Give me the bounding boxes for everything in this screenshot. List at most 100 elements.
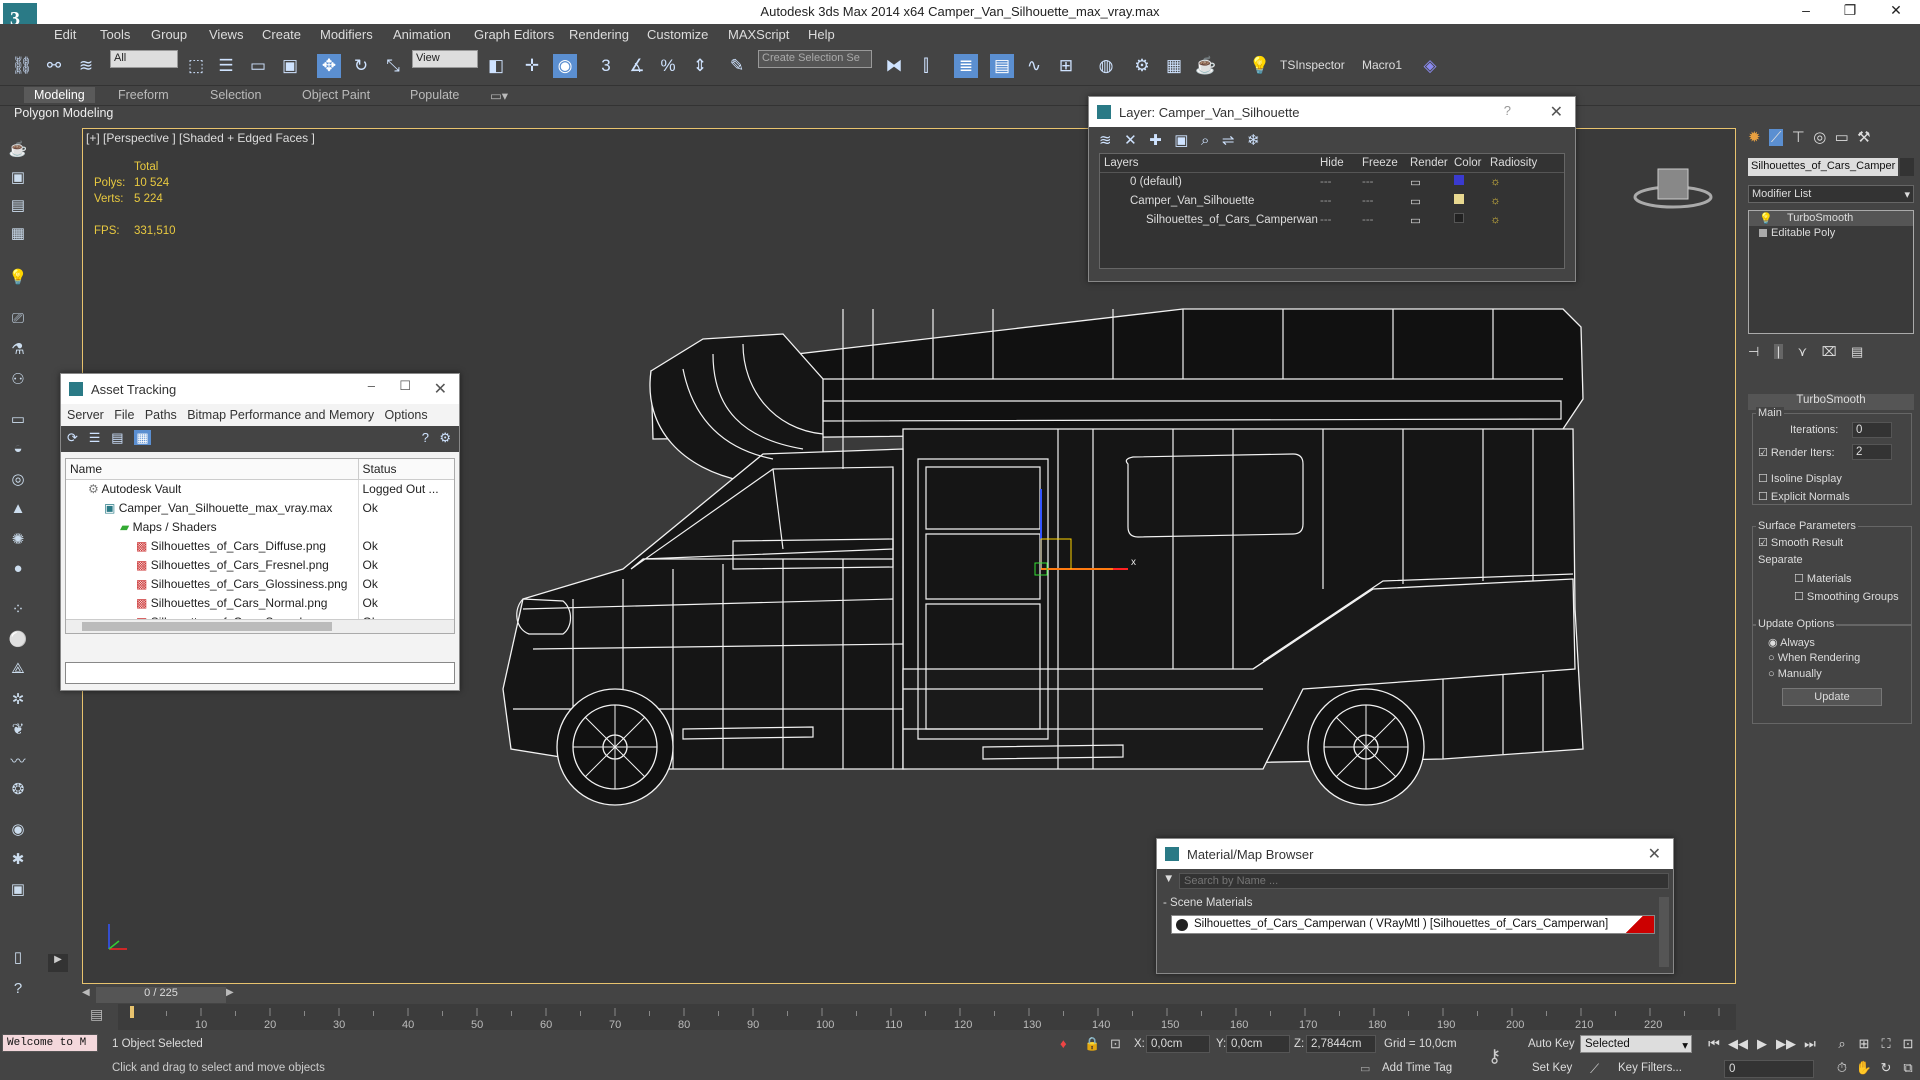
teapot-icon[interactable]: ☕ xyxy=(7,140,29,162)
layer-close-button[interactable]: ✕ xyxy=(1550,102,1563,122)
material-search-input[interactable] xyxy=(1179,873,1669,889)
snap-icon[interactable]: 3 xyxy=(594,54,618,78)
container-icon[interactable]: ▤ xyxy=(7,196,29,218)
select-by-name-icon[interactable]: ☰ xyxy=(214,54,238,78)
stack-item-turbosmooth[interactable]: 💡 TurboSmooth xyxy=(1749,211,1913,226)
curve-icon[interactable]: ⟋ xyxy=(1590,1061,1599,1077)
magic-icon[interactable]: ✱ xyxy=(7,850,29,872)
lightbulb-icon[interactable]: 💡 xyxy=(1759,212,1773,225)
window-crossing-icon[interactable]: ▣ xyxy=(278,54,302,78)
grid-icon[interactable]: ▦ xyxy=(7,224,29,246)
asset-menu-options[interactable]: Options xyxy=(385,408,428,422)
render-iters-checkbox[interactable]: ☑ Render Iters: xyxy=(1758,446,1835,459)
absolute-mode-icon[interactable]: ⊡ xyxy=(1110,1036,1121,1052)
asset-row[interactable]: ⚙ Autodesk Vault Logged Out ... xyxy=(66,479,454,498)
asset-row[interactable]: ▩ Silhouettes_of_Cars_Glossiness.png Ok xyxy=(66,574,454,593)
zoom-extents-icon[interactable]: ⛶ xyxy=(1876,1036,1896,1054)
maxscript-listener[interactable]: Welcome to M xyxy=(2,1034,98,1052)
time-slider[interactable]: ◀ 0 / 225 ▶ xyxy=(82,986,1736,1004)
hide-all-icon[interactable]: ⇌ xyxy=(1222,132,1235,149)
layer-row[interactable]: 0 (default) --- --- ▭ ☼ xyxy=(1100,172,1564,191)
add-time-tag-icon[interactable]: ▭ xyxy=(1360,1062,1370,1075)
modify-tab-icon[interactable]: ⟋ xyxy=(1768,129,1784,146)
object-color-swatch[interactable] xyxy=(1900,158,1914,176)
z-coord-field[interactable]: 2,7844cm xyxy=(1306,1035,1376,1053)
box-icon[interactable]: ▭ xyxy=(7,410,29,432)
render-blue-icon[interactable]: ▣ xyxy=(7,880,29,902)
maximize-button[interactable]: ❐ xyxy=(1830,2,1870,22)
menu-help[interactable]: Help xyxy=(808,27,835,42)
refresh-icon[interactable]: ⟳ xyxy=(67,430,78,445)
close-button[interactable]: ✕ xyxy=(1876,2,1916,22)
menu-animation[interactable]: Animation xyxy=(393,27,451,42)
hair-icon[interactable]: 〰 xyxy=(7,750,29,772)
pan-icon[interactable]: ✋ xyxy=(1854,1060,1874,1078)
help-icon[interactable]: ? xyxy=(7,980,29,1002)
camera-icon[interactable]: ⎚ xyxy=(7,310,29,332)
plant-icon[interactable]: ❦ xyxy=(7,720,29,742)
tab-modeling[interactable]: Modeling xyxy=(24,87,95,103)
isolate-icon[interactable]: ♦ xyxy=(1060,1036,1067,1051)
menu-group[interactable]: Group xyxy=(151,27,187,42)
menu-edit[interactable]: Edit xyxy=(54,27,76,42)
select-move-icon[interactable]: ✥ xyxy=(317,54,341,78)
go-to-start-icon[interactable]: ⏮ xyxy=(1704,1036,1724,1054)
menu-customize[interactable]: Customize xyxy=(647,27,708,42)
track-bar-icon[interactable]: ▤ xyxy=(90,1006,103,1023)
smooth-result-checkbox[interactable]: ☑ Smooth Result xyxy=(1758,536,1843,549)
spinner-snap-icon[interactable]: ⇕ xyxy=(688,54,712,78)
rendered-frame-icon[interactable]: ▦ xyxy=(1162,54,1186,78)
people-icon[interactable]: ⚇ xyxy=(7,370,29,392)
sun-icon[interactable]: ✺ xyxy=(7,530,29,552)
asset-row[interactable]: ▩ Silhouettes_of_Cars_Fresnel.png Ok xyxy=(66,555,454,574)
show-end-result-icon[interactable]: | xyxy=(1773,344,1784,359)
globe-icon[interactable]: ◉ xyxy=(7,820,29,842)
render-icon[interactable]: ☕ xyxy=(1194,54,1218,78)
add-to-layer-icon[interactable]: ✚ xyxy=(1149,132,1162,149)
time-config-icon[interactable]: ⏱ xyxy=(1832,1060,1852,1078)
mirror-icon[interactable]: ⧓ xyxy=(882,54,906,78)
percent-snap-icon[interactable]: % xyxy=(656,54,680,78)
make-unique-icon[interactable]: ⋎ xyxy=(1798,344,1808,359)
schematic-view-icon[interactable]: ⊞ xyxy=(1054,54,1078,78)
tsinspector-icon[interactable]: 💡 xyxy=(1248,54,1272,78)
maximize-icon[interactable]: ☐ xyxy=(399,378,411,394)
thumbnail-icon[interactable]: ▤ xyxy=(111,430,123,445)
col-color[interactable]: Color xyxy=(1454,154,1490,172)
search-options-icon[interactable]: ▼ xyxy=(1163,873,1174,885)
isoline-checkbox[interactable]: ☐ Isoline Display xyxy=(1758,472,1842,485)
render-iters-spinner[interactable]: 2 xyxy=(1852,444,1892,460)
asset-menu-paths[interactable]: Paths xyxy=(145,408,177,422)
material-scrollbar[interactable] xyxy=(1659,897,1669,967)
asset-menu-file[interactable]: File xyxy=(114,408,134,422)
hierarchy-tab-icon[interactable]: ⊤ xyxy=(1792,129,1805,146)
freeze-all-icon[interactable]: ❄ xyxy=(1247,132,1260,149)
tab-populate[interactable]: Populate xyxy=(410,88,459,102)
menu-create[interactable]: Create xyxy=(262,27,301,42)
go-to-end-icon[interactable]: ⏭ xyxy=(1800,1036,1820,1054)
key-filters-button[interactable]: Key Filters... xyxy=(1618,1062,1682,1074)
hemisphere-icon[interactable]: ◒ xyxy=(7,440,29,462)
minimize-icon[interactable]: – xyxy=(368,378,375,393)
list-icon[interactable]: ☰ xyxy=(89,430,101,445)
update-button[interactable]: Update xyxy=(1782,688,1882,706)
lock-icon[interactable]: 🔒 xyxy=(1084,1036,1100,1052)
explicit-normals-checkbox[interactable]: ☐ Explicit Normals xyxy=(1758,490,1850,503)
display-tab-icon[interactable]: ▭ xyxy=(1835,129,1849,146)
highlight-layer-icon[interactable]: ⌕ xyxy=(1201,132,1209,149)
pin-stack-icon[interactable]: ⊣ xyxy=(1748,344,1759,359)
named-selection-dropdown[interactable]: Create Selection Se xyxy=(758,50,872,68)
help-icon[interactable]: ? xyxy=(422,430,429,445)
asset-path-field[interactable] xyxy=(65,662,455,684)
x-coord-field[interactable]: 0,0cm xyxy=(1146,1035,1210,1053)
layer-color-swatch[interactable] xyxy=(1454,194,1464,204)
unlink-icon[interactable]: ⚯ xyxy=(42,54,66,78)
previous-frame-icon[interactable]: ◀◀ xyxy=(1728,1036,1748,1054)
remove-modifier-icon[interactable]: ⌧ xyxy=(1822,344,1837,359)
col-layers[interactable]: Layers xyxy=(1100,154,1320,172)
edit-named-sel-icon[interactable]: ✎ xyxy=(725,54,749,78)
curve-editor-icon[interactable]: ∿ xyxy=(1022,54,1046,78)
materials-checkbox[interactable]: ☐ Materials xyxy=(1794,572,1852,585)
material-editor-icon[interactable]: ◍ xyxy=(1094,54,1118,78)
save-icon[interactable]: ▯ xyxy=(7,948,29,970)
